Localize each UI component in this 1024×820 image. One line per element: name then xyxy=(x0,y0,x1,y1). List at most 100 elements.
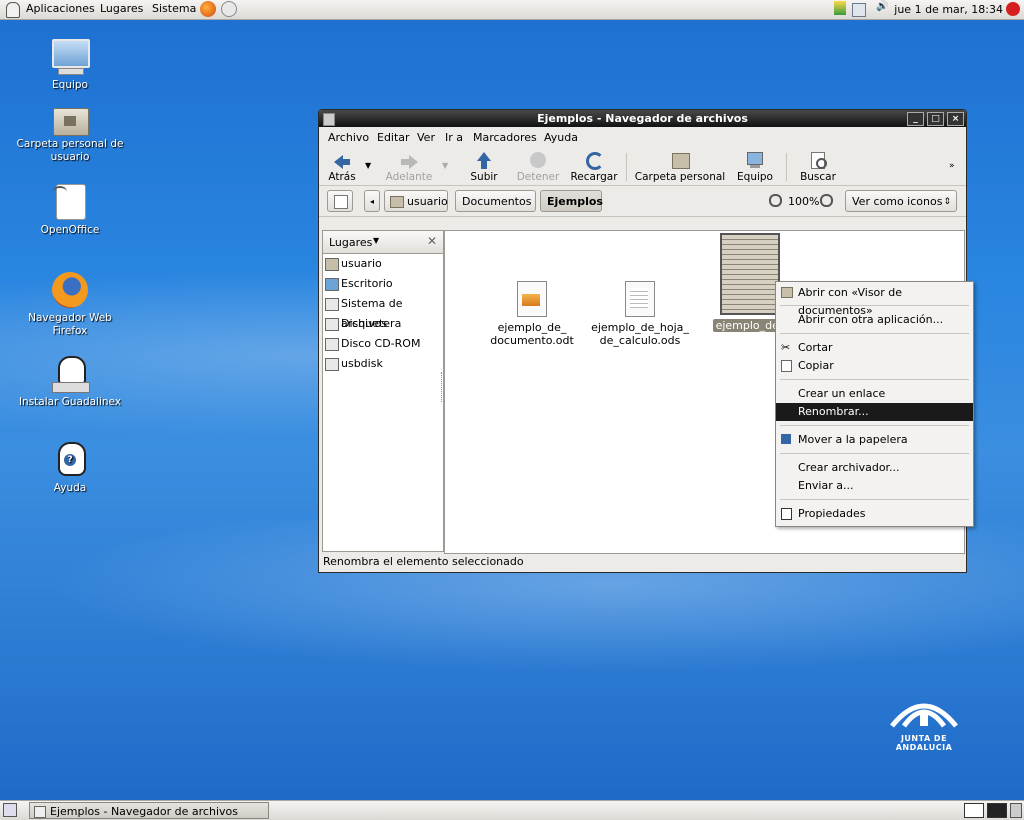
computer-icon xyxy=(50,37,90,77)
menu-item-send-to[interactable]: Enviar a... xyxy=(776,477,973,495)
workspace-1[interactable] xyxy=(964,803,984,818)
view-mode-select[interactable]: Ver como iconos ⇕ xyxy=(845,190,957,212)
sidebar-item-usbdisk[interactable]: usbdisk xyxy=(323,354,443,374)
home-button[interactable]: Carpeta personal xyxy=(633,151,727,183)
network-icon[interactable]: 🔊 xyxy=(876,1,892,17)
desktop-icon-instalar[interactable]: Instalar Guadalinex xyxy=(15,354,125,409)
path-scroll-left-button[interactable]: ◂ xyxy=(364,190,380,212)
pdf-thumbnail-icon xyxy=(720,233,780,315)
clock[interactable]: jue 1 de mar, 18:34 xyxy=(894,3,1003,16)
menu-marcadores[interactable]: Marcadores xyxy=(473,131,537,144)
zoom-in-icon[interactable] xyxy=(820,194,833,207)
document-file-icon xyxy=(517,281,547,317)
desktop-icon-label: OpenOffice xyxy=(40,224,100,236)
workspace-2[interactable] xyxy=(987,803,1007,818)
toolbar-separator xyxy=(786,153,787,181)
menu-archivo[interactable]: Archivo xyxy=(328,131,369,144)
firefox-launcher-icon[interactable] xyxy=(200,1,216,17)
top-panel: Aplicaciones Lugares Sistema 🔊 jue 1 de … xyxy=(0,0,1024,20)
menu-ir-a[interactable]: Ir a xyxy=(445,131,463,144)
trash-applet-icon[interactable] xyxy=(1010,803,1022,818)
menu-item-create-link[interactable]: Crear un enlace xyxy=(776,385,973,403)
desktop-icon-equipo[interactable]: Equipo xyxy=(15,37,125,92)
menu-sistema[interactable]: Sistema xyxy=(152,2,196,15)
menu-editar[interactable]: Editar xyxy=(377,131,410,144)
forward-button[interactable]: Adelante xyxy=(383,151,435,183)
location-bar: ◂ usuario Documentos Ejemplos 100% Ver c… xyxy=(319,186,966,217)
menu-item-open-with-viewer[interactable]: Abrir con «Visor de documentos» xyxy=(776,284,973,317)
toolbar: Atrás ▼ Adelante ▼ Subir Detener Recarga… xyxy=(319,147,966,186)
maximize-button[interactable]: □ xyxy=(927,112,944,126)
arrow-right-icon xyxy=(399,151,419,169)
status-bar: Renombra el elemento seleccionado xyxy=(323,555,524,568)
path-button-usuario[interactable]: usuario xyxy=(384,190,448,212)
sidebar-item-usuario[interactable]: usuario xyxy=(323,254,443,274)
sidebar-item-escritorio[interactable]: Escritorio xyxy=(323,274,443,294)
sidebar-item-disquetera[interactable]: Disquetera xyxy=(323,314,443,334)
drive-icon xyxy=(325,298,339,311)
cdrom-icon xyxy=(325,338,339,351)
desktop-icon-ayuda[interactable]: ? Ayuda xyxy=(15,440,125,495)
window-menu-icon[interactable] xyxy=(323,113,335,126)
home-folder-icon xyxy=(50,104,90,136)
menu-item-properties[interactable]: Propiedades xyxy=(776,505,973,523)
home-folder-icon xyxy=(325,258,339,271)
sidebar-item-cdrom[interactable]: Disco CD-ROM xyxy=(323,334,443,354)
reload-button[interactable]: Recargar xyxy=(569,151,619,183)
window-icon xyxy=(34,806,46,818)
forward-dropdown-icon[interactable]: ▼ xyxy=(442,161,448,170)
taskbar-button[interactable]: Ejemplos - Navegador de archivos xyxy=(29,802,269,819)
menu-item-move-to-trash[interactable]: Mover a la papelera xyxy=(776,431,973,449)
menu-item-open-with-other[interactable]: Abrir con otra aplicación... xyxy=(776,311,973,329)
menu-separator xyxy=(780,499,969,500)
close-button[interactable]: × xyxy=(947,112,964,126)
menu-icon xyxy=(6,2,20,18)
edit-icon xyxy=(334,195,348,209)
desktop-icon-label: Instalar Guadalinex xyxy=(18,396,122,408)
stop-icon xyxy=(528,151,548,169)
path-button-ejemplos[interactable]: Ejemplos xyxy=(540,190,603,212)
minimize-button[interactable]: _ xyxy=(907,112,924,126)
toolbar-overflow-icon[interactable]: » xyxy=(949,161,955,171)
home-folder-icon xyxy=(670,151,690,169)
zoom-out-icon[interactable] xyxy=(769,194,782,207)
stop-button[interactable]: Detener xyxy=(515,151,561,183)
menu-aplicaciones[interactable]: Aplicaciones xyxy=(26,2,95,15)
close-sidebar-icon[interactable]: ✕ xyxy=(427,234,437,248)
path-button-documentos[interactable]: Documentos xyxy=(455,190,536,212)
context-menu: Abrir con «Visor de documentos» Abrir co… xyxy=(775,281,974,527)
chevron-down-icon: ▼ xyxy=(373,236,380,245)
menu-item-create-archive[interactable]: Crear archivador... xyxy=(776,459,973,477)
back-dropdown-icon[interactable]: ▼ xyxy=(365,161,371,170)
show-desktop-icon[interactable] xyxy=(3,803,17,817)
menu-ver[interactable]: Ver xyxy=(417,131,435,144)
search-button[interactable]: Buscar xyxy=(797,151,839,183)
menu-item-cut[interactable]: ✂ Cortar xyxy=(776,339,973,357)
copy-icon xyxy=(781,360,792,372)
desktop-icon-carpeta-personal[interactable]: Carpeta personal de usuario xyxy=(15,104,125,164)
file-item[interactable]: ejemplo_de_hoja_ de_calculo.ods xyxy=(575,281,705,347)
computer-button[interactable]: Equipo xyxy=(735,151,775,183)
folder-open-icon xyxy=(781,287,793,298)
back-button[interactable]: Atrás xyxy=(325,151,359,183)
window-titlebar[interactable]: Ejemplos - Navegador de archivos _ □ × xyxy=(319,110,966,127)
floppy-icon xyxy=(325,318,339,331)
up-button[interactable]: Subir xyxy=(467,151,501,183)
zoom-level[interactable]: 100% xyxy=(788,195,819,208)
power-icon[interactable] xyxy=(1006,2,1020,16)
update-notifier-icon[interactable] xyxy=(834,1,846,15)
desktop-icon-openoffice[interactable]: OpenOffice xyxy=(15,182,125,237)
mail-launcher-icon[interactable] xyxy=(221,1,237,17)
menu-item-copy[interactable]: Copiar xyxy=(776,357,973,375)
sidebar-item-sistema-archivos[interactable]: Sistema de archivos xyxy=(323,294,443,330)
junta-andalucia-logo: JUNTA DE ANDALUCIA xyxy=(882,690,966,752)
toggle-location-button[interactable] xyxy=(327,190,353,212)
keyboard-icon[interactable] xyxy=(852,3,866,17)
menu-lugares[interactable]: Lugares xyxy=(100,2,143,15)
menu-ayuda[interactable]: Ayuda xyxy=(544,131,578,144)
desktop-icon-firefox[interactable]: Navegador Web Firefox xyxy=(15,270,125,338)
computer-icon xyxy=(745,151,765,169)
menu-item-rename[interactable]: Renombrar... xyxy=(776,403,973,421)
toolbar-separator xyxy=(626,153,627,181)
sidebar-header[interactable]: Lugares ▼ ✕ xyxy=(323,231,443,254)
